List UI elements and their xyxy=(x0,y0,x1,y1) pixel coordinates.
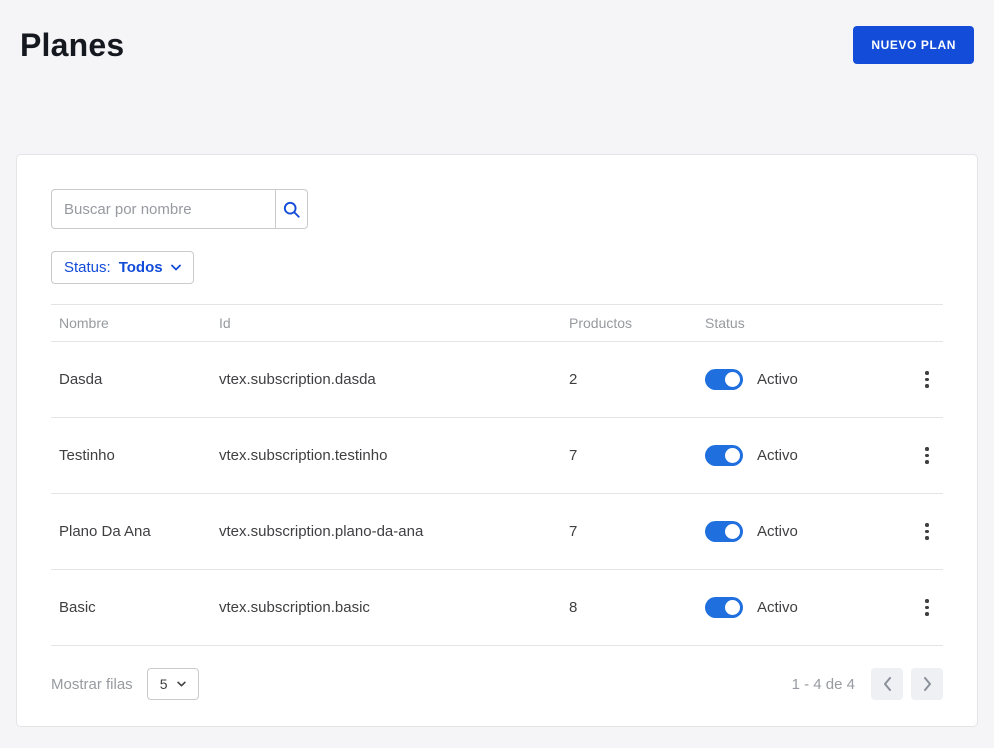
table-row[interactable]: Dasda vtex.subscription.dasda 2 Activo xyxy=(51,342,943,418)
row-menu-button[interactable] xyxy=(911,592,943,624)
pagination: 1 - 4 de 4 xyxy=(792,668,943,700)
plan-status-cell: Activo xyxy=(697,597,903,618)
kebab-icon xyxy=(925,523,929,527)
status-label: Activo xyxy=(757,447,798,464)
status-toggle[interactable] xyxy=(705,597,743,618)
plan-name: Testinho xyxy=(59,447,115,464)
plans-card: Status: Todos Nombre Id Productos Status xyxy=(16,154,978,727)
table-row[interactable]: Testinho vtex.subscription.testinho 7 Ac… xyxy=(51,418,943,494)
status-label: Activo xyxy=(757,599,798,616)
plan-status-cell: Activo xyxy=(697,369,903,390)
column-header-status[interactable]: Status xyxy=(697,315,903,331)
row-menu-button[interactable] xyxy=(911,440,943,472)
kebab-icon xyxy=(925,599,929,603)
rows-per-page-select[interactable]: 5 xyxy=(146,668,200,700)
chevron-down-icon xyxy=(177,681,187,687)
search-icon xyxy=(282,200,301,219)
plan-products-count: 7 xyxy=(569,447,578,464)
status-toggle[interactable] xyxy=(705,445,743,466)
search-button[interactable] xyxy=(275,189,308,229)
row-menu-button[interactable] xyxy=(911,516,943,548)
previous-page-button[interactable] xyxy=(871,668,903,700)
status-label: Activo xyxy=(757,371,798,388)
plans-table: Nombre Id Productos Status Dasda vtex.su… xyxy=(51,304,943,646)
toggle-knob xyxy=(725,448,740,463)
plan-products-count: 7 xyxy=(569,523,578,540)
page-header: Planes NUEVO PLAN xyxy=(16,18,978,64)
filter-row: Status: Todos xyxy=(51,251,943,284)
kebab-icon xyxy=(925,371,929,375)
search-input[interactable] xyxy=(51,189,275,229)
toggle-knob xyxy=(725,372,740,387)
table-row[interactable]: Basic vtex.subscription.basic 8 Activo xyxy=(51,570,943,646)
plan-name: Basic xyxy=(59,599,96,616)
chevron-right-icon xyxy=(923,677,932,691)
plan-status-cell: Activo xyxy=(697,445,903,466)
chevron-left-icon xyxy=(883,677,892,691)
plan-status-cell: Activo xyxy=(697,521,903,542)
status-filter-chip[interactable]: Status: Todos xyxy=(51,251,194,284)
toggle-knob xyxy=(725,600,740,615)
plan-name: Plano Da Ana xyxy=(59,523,151,540)
table-header-row: Nombre Id Productos Status xyxy=(51,304,943,342)
status-label: Activo xyxy=(757,523,798,540)
plan-id: vtex.subscription.plano-da-ana xyxy=(219,523,424,540)
planes-page: Planes NUEVO PLAN Status: Todos xyxy=(0,0,994,748)
plan-id: vtex.subscription.testinho xyxy=(219,447,388,464)
next-page-button[interactable] xyxy=(911,668,943,700)
table-footer: Mostrar filas 5 1 - 4 de 4 xyxy=(51,668,943,700)
new-plan-button[interactable]: NUEVO PLAN xyxy=(853,26,974,64)
kebab-icon xyxy=(925,447,929,451)
status-toggle[interactable] xyxy=(705,369,743,390)
status-filter-label: Status: xyxy=(64,259,111,276)
plan-name: Dasda xyxy=(59,371,103,388)
page-title: Planes xyxy=(20,26,125,63)
plan-id: vtex.subscription.basic xyxy=(219,599,370,616)
table-row[interactable]: Plano Da Ana vtex.subscription.plano-da-… xyxy=(51,494,943,570)
column-header-productos[interactable]: Productos xyxy=(561,315,697,331)
chevron-down-icon xyxy=(170,264,181,271)
rows-per-page-value: 5 xyxy=(159,676,168,692)
rows-per-page-control: Mostrar filas 5 xyxy=(51,668,200,700)
pagination-range: 1 - 4 de 4 xyxy=(791,675,855,693)
rows-per-page-label: Mostrar filas xyxy=(51,675,133,693)
row-menu-button[interactable] xyxy=(911,364,943,396)
plan-id: vtex.subscription.dasda xyxy=(219,371,376,388)
status-toggle[interactable] xyxy=(705,521,743,542)
status-filter-value: Todos xyxy=(118,259,163,276)
column-header-nombre[interactable]: Nombre xyxy=(51,315,211,331)
toggle-knob xyxy=(725,524,740,539)
plan-products-count: 8 xyxy=(569,599,578,616)
search-group xyxy=(51,189,308,229)
column-header-id[interactable]: Id xyxy=(211,315,561,331)
plan-products-count: 2 xyxy=(569,371,578,388)
pager-buttons xyxy=(871,668,943,700)
